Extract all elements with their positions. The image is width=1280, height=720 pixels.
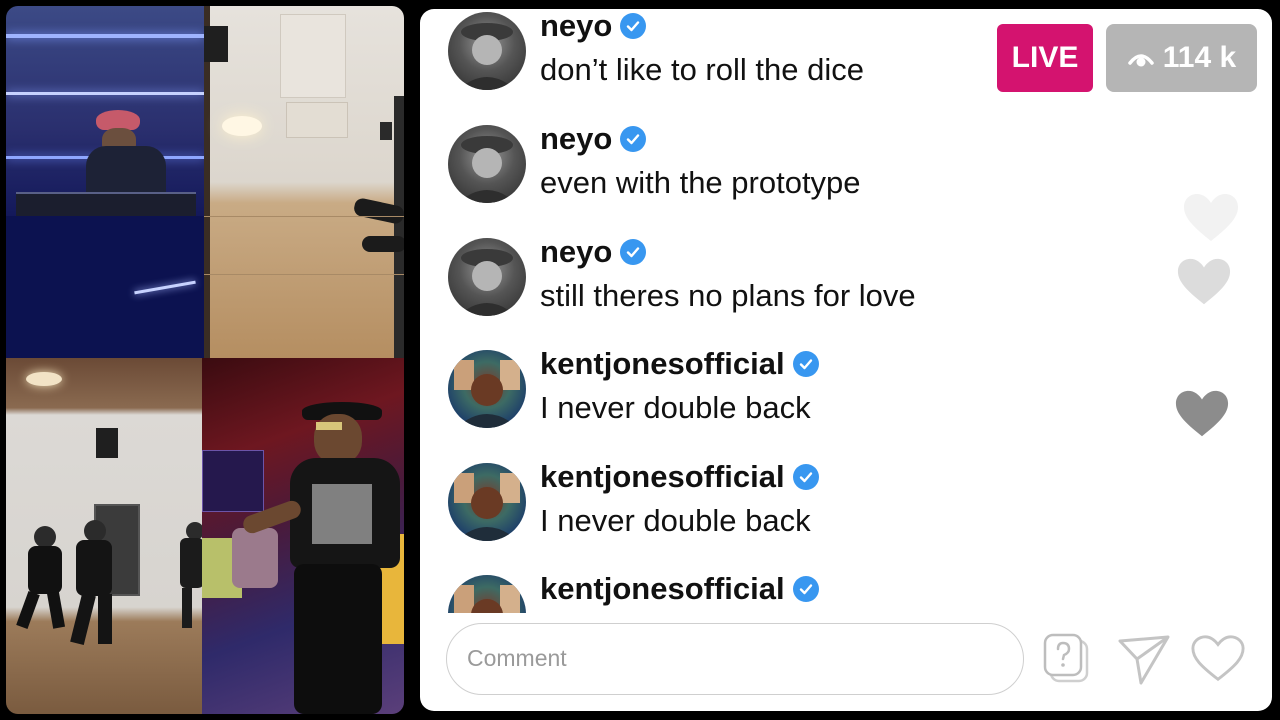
comment-username[interactable]: kentjonesofficial bbox=[540, 571, 819, 607]
comment-text: even with the prototype bbox=[540, 165, 861, 200]
comment-text: don’t like to roll the dice bbox=[540, 52, 864, 87]
comment-item: kentjonesofficial I never double back bbox=[448, 346, 1008, 450]
username-text: neyo bbox=[540, 234, 613, 269]
video-tile-room[interactable] bbox=[204, 6, 404, 358]
comment-username[interactable]: neyo bbox=[540, 9, 647, 44]
verified-badge-icon bbox=[792, 576, 819, 602]
like-button[interactable] bbox=[1190, 631, 1246, 687]
send-icon bbox=[1118, 635, 1170, 685]
verified-badge-icon bbox=[792, 351, 819, 377]
user-avatar-icon bbox=[458, 23, 516, 90]
comment-username[interactable]: kentjonesofficial bbox=[540, 346, 819, 382]
username-text: kentjonesofficial bbox=[540, 571, 785, 606]
user-avatar-icon bbox=[458, 136, 516, 203]
comment-item: kentjonesofficial I never double back bbox=[448, 459, 1008, 563]
avatar[interactable] bbox=[448, 125, 526, 203]
comment-item: kentjonesofficial bbox=[448, 571, 1008, 613]
comment-text: still theres no plans for love bbox=[540, 278, 916, 313]
question-button[interactable] bbox=[1042, 631, 1098, 687]
viewer-count: 114 k bbox=[1162, 41, 1237, 74]
comment-username[interactable]: neyo bbox=[540, 121, 647, 157]
comment-item: neyo still theres no plans for love bbox=[448, 234, 1008, 338]
comment-input[interactable] bbox=[465, 644, 989, 673]
comment-username[interactable]: neyo bbox=[540, 234, 647, 270]
video-tile-dj[interactable] bbox=[6, 6, 204, 358]
user-avatar-icon bbox=[454, 473, 520, 541]
avatar[interactable] bbox=[448, 12, 526, 90]
username-text: kentjonesofficial bbox=[540, 346, 785, 381]
avatar[interactable] bbox=[448, 238, 526, 316]
video-grid bbox=[6, 6, 404, 714]
comment-list[interactable]: neyo don’t like to roll the dice neyo ev… bbox=[420, 9, 1020, 613]
comment-text: I never double back bbox=[540, 390, 811, 425]
floating-heart-icon bbox=[1184, 194, 1238, 241]
verified-badge-icon bbox=[620, 13, 647, 39]
username-text: kentjonesofficial bbox=[540, 459, 785, 494]
username-text: neyo bbox=[540, 121, 613, 156]
user-avatar-icon bbox=[454, 360, 520, 428]
comment-input-wrapper[interactable] bbox=[446, 623, 1024, 695]
verified-badge-icon bbox=[792, 464, 819, 490]
live-chat-panel: neyo don’t like to roll the dice neyo ev… bbox=[420, 9, 1272, 711]
share-button[interactable] bbox=[1116, 631, 1172, 687]
eye-icon bbox=[1128, 54, 1154, 67]
video-tile-dancers[interactable] bbox=[6, 358, 202, 714]
comment-item: neyo even with the prototype bbox=[448, 121, 1008, 225]
live-badge: LIVE bbox=[997, 24, 1093, 92]
viewer-count-badge[interactable]: 114 k bbox=[1106, 24, 1257, 92]
avatar[interactable] bbox=[448, 575, 526, 613]
avatar[interactable] bbox=[448, 463, 526, 541]
avatar[interactable] bbox=[448, 350, 526, 428]
username-text: neyo bbox=[540, 9, 613, 43]
verified-badge-icon bbox=[620, 126, 647, 152]
question-icon bbox=[1043, 633, 1089, 683]
user-avatar-icon bbox=[454, 585, 520, 613]
floating-heart-icon bbox=[1175, 390, 1229, 437]
comment-text: I never double back bbox=[540, 503, 811, 538]
verified-badge-icon bbox=[620, 239, 647, 265]
comment-username[interactable]: kentjonesofficial bbox=[540, 459, 819, 495]
video-tile-studio[interactable] bbox=[202, 358, 404, 714]
comment-item: neyo don’t like to roll the dice bbox=[448, 9, 1008, 112]
heart-icon bbox=[1191, 635, 1245, 682]
floating-heart-icon bbox=[1177, 258, 1231, 305]
user-avatar-icon bbox=[458, 249, 516, 316]
